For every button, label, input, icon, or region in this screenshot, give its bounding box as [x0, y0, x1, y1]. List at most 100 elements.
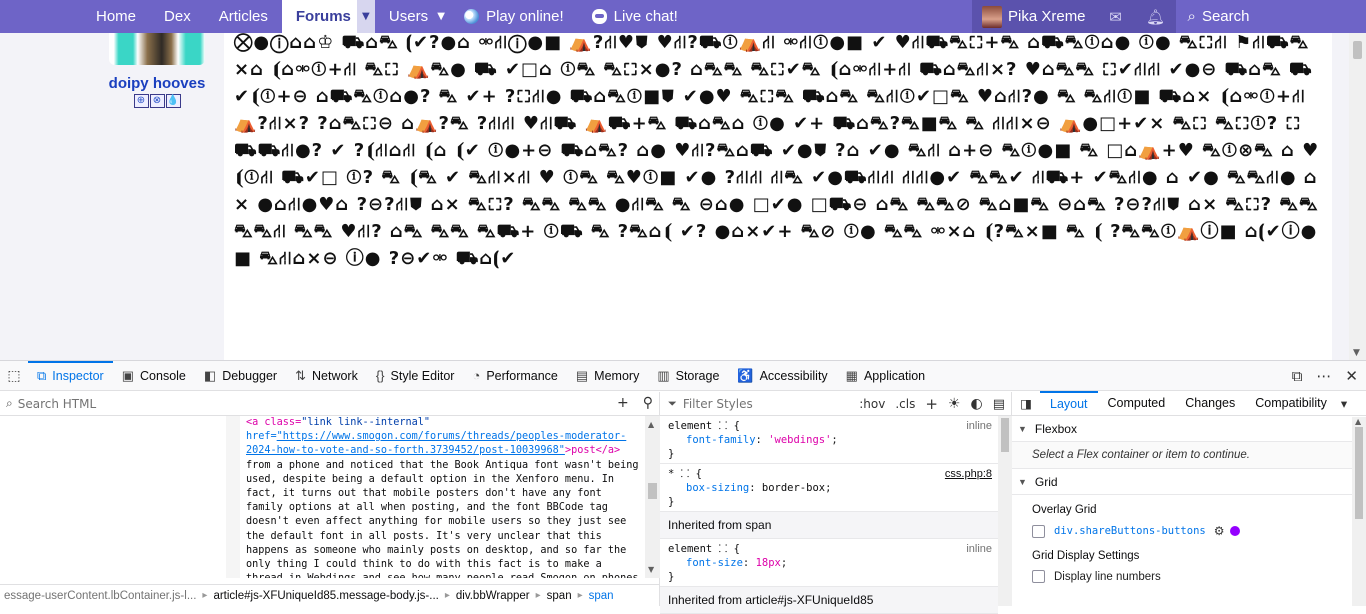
- page-scrollbar[interactable]: ▼: [1349, 33, 1366, 360]
- tab-accessibility[interactable]: ♿ Accessibility: [728, 361, 836, 391]
- scroll-up-icon[interactable]: ▲: [648, 420, 654, 429]
- scroll-up-icon[interactable]: ▲: [1355, 417, 1361, 426]
- close-icon[interactable]: ✕: [1345, 367, 1358, 385]
- nav-home[interactable]: Home: [82, 0, 150, 33]
- print-media-icon[interactable]: ▤: [993, 397, 1005, 412]
- breadcrumb-item[interactable]: essage-userContent.lbContainer.js-l...: [0, 590, 202, 602]
- rule-value[interactable]: 18px: [756, 557, 781, 569]
- markup-scrollbar[interactable]: ▲ ▼: [645, 416, 660, 578]
- avatar: [982, 5, 1002, 28]
- nav-forums-label: Forums: [295, 8, 351, 25]
- cls-toggle[interactable]: .cls: [895, 397, 915, 411]
- tab-style-editor[interactable]: {} Style Editor: [367, 361, 464, 391]
- css-rule[interactable]: element ⸬ { font-family: 'webdings'; } i…: [660, 416, 998, 464]
- breadcrumb-item[interactable]: div.bbWrapper: [450, 590, 536, 602]
- tab-compatibility[interactable]: Compatibility: [1245, 391, 1337, 416]
- tab-label: Application: [863, 368, 926, 383]
- rule-close: }: [668, 448, 675, 460]
- search-button[interactable]: ⌕ Search: [1175, 0, 1262, 33]
- overlay-grid-selector[interactable]: div.shareButtons-buttons: [1054, 525, 1206, 537]
- tab-memory[interactable]: ▤ Memory: [567, 361, 648, 391]
- breadcrumb-item-selected[interactable]: span: [583, 590, 620, 602]
- tab-layout[interactable]: Layout: [1040, 390, 1098, 416]
- tab-inspector[interactable]: ⧉ Inspector: [28, 360, 113, 391]
- rule-property[interactable]: font-family: [668, 434, 756, 446]
- nav-live-chat[interactable]: Live chat!: [578, 0, 692, 33]
- overlay-grid-item[interactable]: div.shareButtons-buttons ⚙: [1012, 521, 1366, 541]
- grid-section-toggle[interactable]: ▼ Grid: [1012, 469, 1366, 495]
- rule-value[interactable]: 'webdings': [768, 434, 831, 446]
- scroll-thumb[interactable]: [648, 483, 657, 499]
- overlay-grid-checkbox[interactable]: [1032, 524, 1045, 538]
- grid-color-swatch[interactable]: [1230, 526, 1241, 536]
- rule-source-link[interactable]: css.php:8: [945, 467, 992, 481]
- bell-icon[interactable]: 🔔︎: [1136, 0, 1176, 33]
- nav-articles-label: Articles: [218, 8, 268, 25]
- dock-icon[interactable]: ⧉: [1292, 367, 1303, 385]
- tab-changes[interactable]: Changes: [1175, 391, 1245, 416]
- tab-console[interactable]: ▣ Console: [113, 361, 195, 391]
- scroll-thumb[interactable]: [1353, 41, 1362, 59]
- thread-page: doipy hooves ⊕ ⊗ 💧 ⛒●ⓘ⌂⌂♔ ⛟⌂⛍ ⦗✔?●⌂ ⚮⛙ⓘ●…: [0, 33, 1366, 360]
- hov-toggle[interactable]: :hov: [859, 397, 885, 411]
- tab-label: Accessibility: [759, 368, 828, 383]
- dark-mode-icon[interactable]: ◐: [970, 396, 982, 412]
- add-node-icon[interactable]: +: [617, 395, 629, 411]
- attr-name: href=: [246, 431, 277, 443]
- rule-selector: * ⸬ {: [668, 468, 702, 480]
- breadcrumb-item[interactable]: article#js-XFUniqueId85.message-body.js-…: [207, 590, 444, 602]
- scroll-thumb[interactable]: [1001, 418, 1009, 452]
- nav-dex[interactable]: Dex: [150, 0, 205, 33]
- tab-debugger[interactable]: ◧ Debugger: [195, 361, 286, 391]
- nav-users[interactable]: Users: [375, 0, 432, 33]
- post-author[interactable]: doipy hooves: [98, 75, 216, 92]
- account-menu[interactable]: Pika Xreme: [972, 0, 1096, 33]
- rule-property[interactable]: font-size: [668, 557, 743, 569]
- flexbox-section-toggle[interactable]: ▼ Flexbox: [1012, 416, 1366, 442]
- nav-forums[interactable]: Forums: [281, 0, 357, 33]
- scroll-down-icon[interactable]: ▼: [648, 565, 654, 574]
- breadcrumb-item[interactable]: span: [541, 590, 578, 602]
- inspector-icon: ⧉: [37, 367, 47, 383]
- tab-performance[interactable]: ◔ Performance: [463, 361, 566, 391]
- nav-play-online[interactable]: Play online!: [450, 0, 578, 33]
- display-line-numbers-checkbox[interactable]: [1032, 570, 1045, 583]
- inbox-icon[interactable]: ✉: [1096, 0, 1136, 33]
- add-rule-icon[interactable]: +: [925, 395, 938, 413]
- light-mode-icon[interactable]: ☀: [948, 396, 961, 412]
- tab-label: Memory: [594, 368, 640, 383]
- accessibility-icon: ♿: [737, 367, 754, 383]
- eyedropper-icon[interactable]: ⚲: [643, 395, 653, 411]
- users-dropdown-icon[interactable]: ▼: [432, 0, 450, 33]
- filter-icon: ⏷: [668, 396, 677, 410]
- tab-network[interactable]: ⇅ Network: [286, 361, 367, 391]
- markup-text-node[interactable]: from a phone and noticed that the Book A…: [246, 459, 644, 578]
- tab-computed[interactable]: Computed: [1098, 391, 1176, 416]
- element-picker-icon[interactable]: ⬚: [0, 368, 28, 384]
- user-avatar[interactable]: [109, 33, 205, 65]
- tab-storage[interactable]: ▥ Storage: [648, 361, 728, 391]
- css-rule[interactable]: * ⸬ { box-sizing: border-box; } css.php:…: [660, 464, 998, 512]
- highlight-node-icon[interactable]: ⚙: [1214, 524, 1225, 538]
- search-html-input[interactable]: Search HTML: [18, 397, 96, 411]
- tab-application[interactable]: ▦ Application: [837, 361, 934, 391]
- markup-tree[interactable]: <a class="link link--internal" href="htt…: [240, 416, 644, 578]
- rule-property[interactable]: box-sizing: [668, 482, 749, 494]
- more-options-icon[interactable]: ⋯: [1316, 367, 1331, 385]
- display-line-numbers-option[interactable]: Display line numbers: [1012, 567, 1366, 586]
- css-rule[interactable]: element ⸬ { font-size: 18px; } inline: [660, 539, 998, 587]
- nav-articles[interactable]: Articles: [205, 0, 282, 33]
- filter-styles-input[interactable]: Filter Styles: [683, 397, 753, 411]
- chevron-down-icon[interactable]: ▾: [1341, 396, 1347, 411]
- forums-dropdown-icon[interactable]: ▼: [356, 0, 375, 33]
- rule-value[interactable]: border-box: [762, 482, 825, 494]
- devtools-panel: ⬚ ⧉ Inspector ▣ Console ◧ Debugger ⇅ Network…: [0, 360, 1366, 614]
- scroll-down-icon[interactable]: ▼: [1353, 348, 1360, 358]
- scroll-thumb[interactable]: [1355, 427, 1363, 519]
- toggle-pane-icon[interactable]: ◨: [1012, 396, 1040, 411]
- layout-scrollbar[interactable]: ▲: [1352, 417, 1366, 606]
- rules-scrollbar[interactable]: [998, 416, 1012, 606]
- console-icon: ▣: [121, 367, 135, 383]
- markup-node-link[interactable]: <a class="link link--internal" href="htt…: [246, 416, 644, 459]
- chevron-down-icon: ▼: [1018, 476, 1027, 487]
